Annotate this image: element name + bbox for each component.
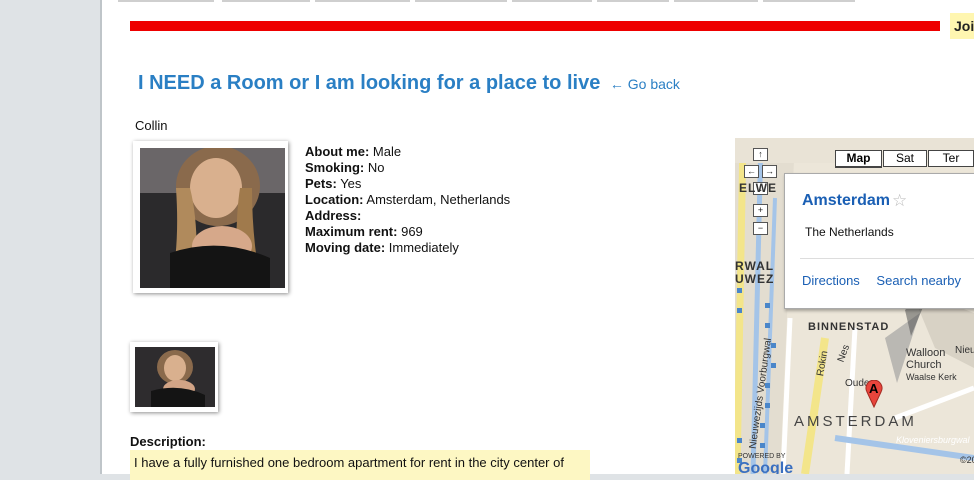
map-label-binnenstad: BINNENSTAD: [808, 321, 890, 333]
map-type-map[interactable]: Map: [835, 150, 882, 168]
page-title: I NEED a Room or I am looking for a plac…: [138, 72, 680, 95]
detail-address: Address:: [305, 208, 362, 223]
info-links: Directions Search nearby r: [802, 273, 974, 288]
pan-right-control[interactable]: →: [762, 165, 777, 178]
map-label-uwez: UWEZ: [735, 272, 775, 286]
star-icon[interactable]: ☆: [892, 191, 907, 211]
join-button[interactable]: Joi: [950, 13, 974, 39]
detail-smoking: Smoking: No: [305, 160, 385, 175]
info-city-name[interactable]: Amsterdam: [802, 192, 890, 210]
map-label-walloon: Walloon: [906, 347, 946, 359]
description-label: Description:: [130, 434, 206, 449]
profile-photo[interactable]: [133, 141, 288, 293]
map-label-waalse-kerk: Waalse Kerk: [906, 372, 957, 382]
map-label-kloveniersburgwal: Kloveniersburgwal: [896, 435, 970, 445]
marker-letter: A: [869, 381, 879, 396]
map-label-nieuw: Nieuw: [955, 345, 974, 356]
search-nearby-link[interactable]: Search nearby: [876, 273, 961, 288]
map-label-elwe: ELWE: [739, 181, 778, 195]
powered-by-label: POWERED BY: [738, 453, 786, 460]
nav-tabs: [118, 0, 855, 2]
google-logo: Google: [738, 460, 794, 474]
pan-left-control[interactable]: ←: [744, 165, 759, 178]
description-text: I have a fully furnished one bedroom apa…: [130, 450, 590, 480]
location-marker[interactable]: A: [865, 379, 883, 409]
map-info-window: Amsterdam ☆ The Netherlands Directions S…: [784, 173, 974, 309]
header-divider: [130, 21, 940, 31]
go-back-link[interactable]: ← Go back: [610, 76, 680, 92]
zoom-out-control[interactable]: −: [753, 222, 768, 235]
map-copyright: ©20: [960, 455, 974, 465]
detail-pets: Pets: Yes: [305, 176, 362, 191]
map-label-rwal: RWAL: [735, 259, 775, 273]
google-map[interactable]: ↑ ← → ↓ + − Map Sat Ter ELWE RWAL UWEZ B…: [735, 138, 974, 474]
detail-max-rent: Maximum rent: 969: [305, 224, 423, 239]
info-divider: [800, 258, 974, 259]
map-type-satellite[interactable]: Sat: [883, 150, 927, 167]
detail-location: Location: Amsterdam, Netherlands: [305, 192, 511, 207]
detail-moving-date: Moving date: Immediately: [305, 240, 459, 255]
pan-up-control[interactable]: ↑: [753, 148, 768, 161]
map-label-amsterdam: AMSTERDAM: [794, 413, 917, 430]
zoom-in-control[interactable]: +: [753, 204, 768, 217]
photo-thumbnail[interactable]: [130, 342, 218, 412]
listing-title: I NEED a Room or I am looking for a plac…: [138, 72, 601, 94]
map-label-church: Church: [906, 359, 942, 371]
profile-details: About me: Male Smoking: No Pets: Yes Loc…: [305, 144, 510, 256]
detail-about: About me: Male: [305, 144, 402, 159]
user-name: Collin: [135, 118, 168, 133]
info-country: The Netherlands: [805, 225, 894, 239]
map-type-terrain[interactable]: Ter: [928, 150, 974, 167]
directions-link[interactable]: Directions: [802, 273, 860, 288]
